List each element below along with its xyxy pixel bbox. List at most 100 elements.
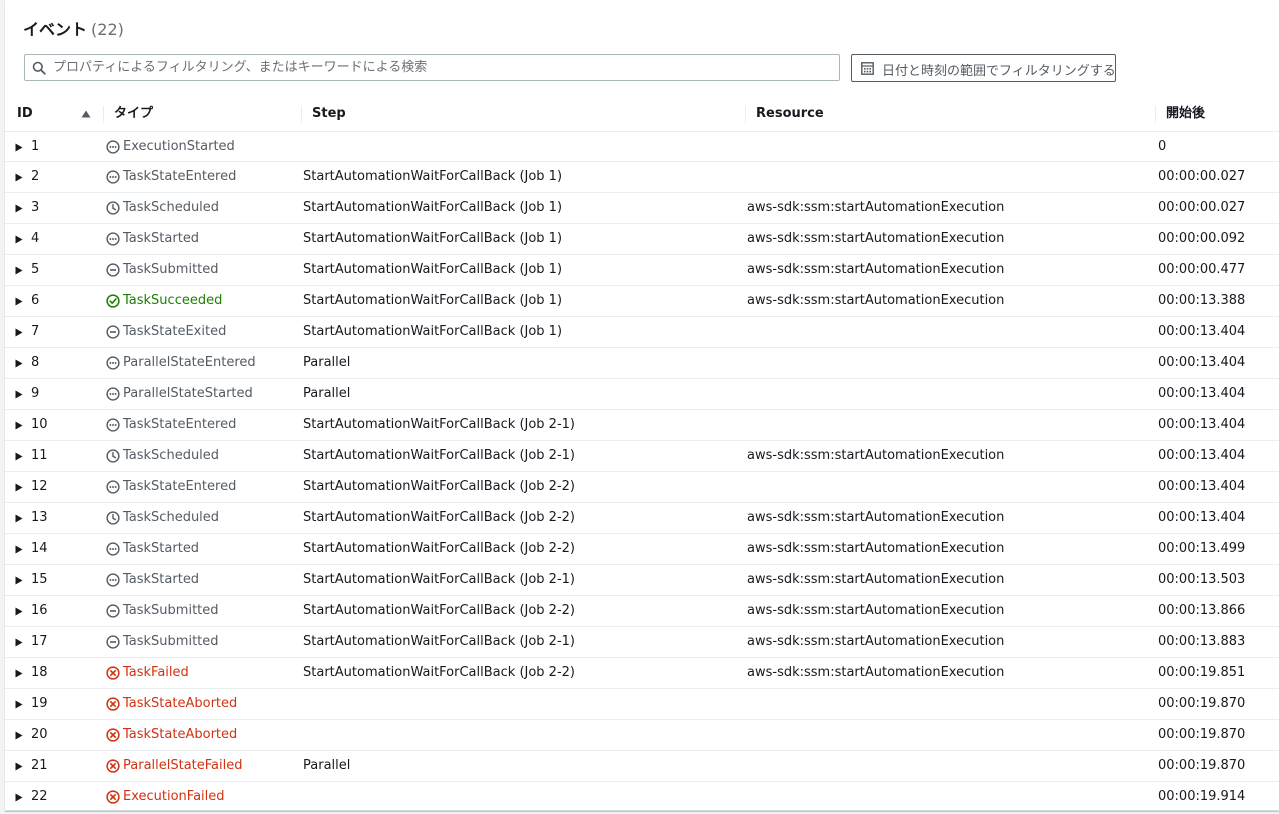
event-resource: aws-sdk:ssm:startAutomationExecution bbox=[747, 634, 1005, 649]
event-elapsed-time: 00:00:13.404 bbox=[1158, 479, 1246, 494]
expand-caret-icon[interactable] bbox=[15, 514, 23, 523]
event-elapsed-time: 0 bbox=[1158, 139, 1167, 154]
ellipsis-icon bbox=[106, 356, 120, 370]
search-field[interactable] bbox=[24, 54, 840, 81]
table-row[interactable]: 15 TaskStarted StartAutomationWaitForCallB… bbox=[5, 565, 1279, 596]
event-type-label: TaskStateAborted bbox=[123, 696, 238, 711]
event-type-label: TaskSubmitted bbox=[123, 603, 219, 618]
event-elapsed-time: 00:00:00.027 bbox=[1158, 200, 1246, 215]
event-resource: aws-sdk:ssm:startAutomationExecution bbox=[747, 572, 1005, 587]
expand-caret-icon[interactable] bbox=[15, 731, 23, 740]
event-step: Parallel bbox=[303, 355, 351, 370]
expand-caret-icon[interactable] bbox=[15, 762, 23, 771]
event-type-label: TaskScheduled bbox=[123, 448, 220, 463]
event-type-label: TaskStateEntered bbox=[123, 417, 237, 432]
table-row[interactable]: 17 TaskSubmitted StartAutomationWaitForCal… bbox=[5, 627, 1279, 658]
event-id: 12 bbox=[31, 479, 48, 494]
search-input[interactable] bbox=[53, 55, 833, 80]
table-row[interactable]: 3 TaskScheduled StartAutomationWaitForCall… bbox=[5, 193, 1279, 224]
expand-caret-icon[interactable] bbox=[15, 297, 23, 306]
expand-caret-icon[interactable] bbox=[15, 700, 23, 709]
table-row[interactable]: 18 TaskFailed StartAutomationWaitForCallBa… bbox=[5, 658, 1279, 689]
column-divider[interactable] bbox=[301, 106, 302, 123]
panel-header: イベント (22) bbox=[23, 16, 124, 40]
event-step: StartAutomationWaitForCallBack (Job 2-1) bbox=[303, 448, 575, 463]
table-row[interactable]: 20 TaskStateAborted 00:00:19.870 bbox=[5, 720, 1279, 751]
table-row[interactable]: 9 ParallelStateStarted Parallel 00:00:13.40… bbox=[5, 379, 1279, 410]
event-step: StartAutomationWaitForCallBack (Job 1) bbox=[303, 262, 563, 277]
events-panel: イベント(22) 日付と時刻の範囲でフィルタリングする ID タイプ Step bbox=[5, 0, 1279, 813]
column-divider[interactable] bbox=[745, 106, 746, 123]
table-row[interactable]: 22 ExecutionFailed 00:00:19.914 bbox=[5, 782, 1279, 813]
expand-caret-icon[interactable] bbox=[15, 793, 23, 802]
event-type-label: TaskFailed bbox=[123, 665, 189, 680]
event-resource: aws-sdk:ssm:startAutomationExecution bbox=[747, 665, 1005, 680]
events-table-body: 1 ExecutionStarted 0 2 TaskStateEntered Start… bbox=[5, 131, 1279, 813]
date-range-filter-button[interactable]: 日付と時刻の範囲でフィルタリングする bbox=[851, 54, 1116, 82]
table-header: ID タイプ Step Resource 開始後 bbox=[5, 97, 1279, 131]
event-step: StartAutomationWaitForCallBack (Job 2-1) bbox=[303, 634, 575, 649]
expand-caret-icon[interactable] bbox=[15, 143, 23, 152]
table-row[interactable]: 7 TaskStateExited StartAutomationWaitForCa… bbox=[5, 317, 1279, 348]
event-resource: aws-sdk:ssm:startAutomationExecution bbox=[747, 603, 1005, 618]
expand-caret-icon[interactable] bbox=[15, 359, 23, 368]
x-circle-icon bbox=[106, 666, 120, 680]
table-row[interactable]: 2 TaskStateEntered StartAutomationWaitForC… bbox=[5, 162, 1279, 193]
column-divider[interactable] bbox=[103, 106, 104, 123]
event-id: 2 bbox=[31, 169, 40, 184]
table-row[interactable]: 13 TaskScheduled StartAutomationWaitForCal… bbox=[5, 503, 1279, 534]
table-row[interactable]: 1 ExecutionStarted 0 bbox=[5, 131, 1279, 162]
table-row[interactable]: 14 TaskStarted StartAutomationWaitForCallB… bbox=[5, 534, 1279, 565]
event-elapsed-time: 00:00:13.883 bbox=[1158, 634, 1246, 649]
table-row[interactable]: 16 TaskSubmitted StartAutomationWaitForCal… bbox=[5, 596, 1279, 627]
table-row[interactable]: 11 TaskScheduled StartAutomationWaitForCal… bbox=[5, 441, 1279, 472]
expand-caret-icon[interactable] bbox=[15, 669, 23, 678]
ellipsis-icon bbox=[106, 418, 120, 432]
event-resource: aws-sdk:ssm:startAutomationExecution bbox=[747, 448, 1005, 463]
expand-caret-icon[interactable] bbox=[15, 328, 23, 337]
expand-caret-icon[interactable] bbox=[15, 452, 23, 461]
expand-caret-icon[interactable] bbox=[15, 421, 23, 430]
expand-caret-icon[interactable] bbox=[15, 638, 23, 647]
table-row[interactable]: 21 ParallelStateFailed Parallel 00:00:19.87… bbox=[5, 751, 1279, 782]
table-row[interactable]: 5 TaskSubmitted StartAutomationWaitForCall… bbox=[5, 255, 1279, 286]
event-step: StartAutomationWaitForCallBack (Job 1) bbox=[303, 200, 563, 215]
table-row[interactable]: 12 TaskStateEntered StartAutomationWaitFor… bbox=[5, 472, 1279, 503]
sort-ascending-icon[interactable] bbox=[81, 110, 91, 118]
expand-caret-icon[interactable] bbox=[15, 483, 23, 492]
column-header-resource[interactable]: Resource bbox=[756, 97, 824, 131]
event-elapsed-time: 00:00:19.851 bbox=[1158, 665, 1246, 680]
event-elapsed-time: 00:00:19.870 bbox=[1158, 758, 1246, 773]
expand-caret-icon[interactable] bbox=[15, 266, 23, 275]
expand-caret-icon[interactable] bbox=[15, 390, 23, 399]
column-header-id[interactable]: ID bbox=[17, 97, 33, 131]
column-header-type[interactable]: タイプ bbox=[114, 97, 153, 131]
table-row[interactable]: 10 TaskStateEntered StartAutomationWaitFor… bbox=[5, 410, 1279, 441]
event-id: 14 bbox=[31, 541, 48, 556]
event-id: 22 bbox=[31, 789, 48, 804]
event-step: Parallel bbox=[303, 758, 351, 773]
expand-caret-icon[interactable] bbox=[15, 204, 23, 213]
column-header-time[interactable]: 開始後 bbox=[1166, 97, 1205, 131]
event-id: 10 bbox=[31, 417, 48, 432]
expand-caret-icon[interactable] bbox=[15, 173, 23, 182]
event-elapsed-time: 00:00:19.914 bbox=[1158, 789, 1246, 804]
event-elapsed-time: 00:00:13.404 bbox=[1158, 324, 1246, 339]
event-type-label: TaskStarted bbox=[123, 231, 200, 246]
event-type-label: ExecutionFailed bbox=[123, 789, 225, 804]
table-row[interactable]: 4 TaskStarted StartAutomationWaitForCallBa… bbox=[5, 224, 1279, 255]
column-header-step[interactable]: Step bbox=[312, 97, 346, 131]
event-id: 7 bbox=[31, 324, 40, 339]
column-divider[interactable] bbox=[1155, 106, 1156, 123]
table-row[interactable]: 8 ParallelStateEntered Parallel 00:00:13.40… bbox=[5, 348, 1279, 379]
x-circle-icon bbox=[106, 759, 120, 773]
ellipsis-icon bbox=[106, 542, 120, 556]
expand-caret-icon[interactable] bbox=[15, 607, 23, 616]
table-row[interactable]: 19 TaskStateAborted 00:00:19.870 bbox=[5, 689, 1279, 720]
table-row[interactable]: 6 TaskSucceeded StartAutomationWaitForCall… bbox=[5, 286, 1279, 317]
event-step: StartAutomationWaitForCallBack (Job 1) bbox=[303, 231, 563, 246]
expand-caret-icon[interactable] bbox=[15, 545, 23, 554]
expand-caret-icon[interactable] bbox=[15, 235, 23, 244]
calendar-icon bbox=[861, 62, 874, 75]
expand-caret-icon[interactable] bbox=[15, 576, 23, 585]
